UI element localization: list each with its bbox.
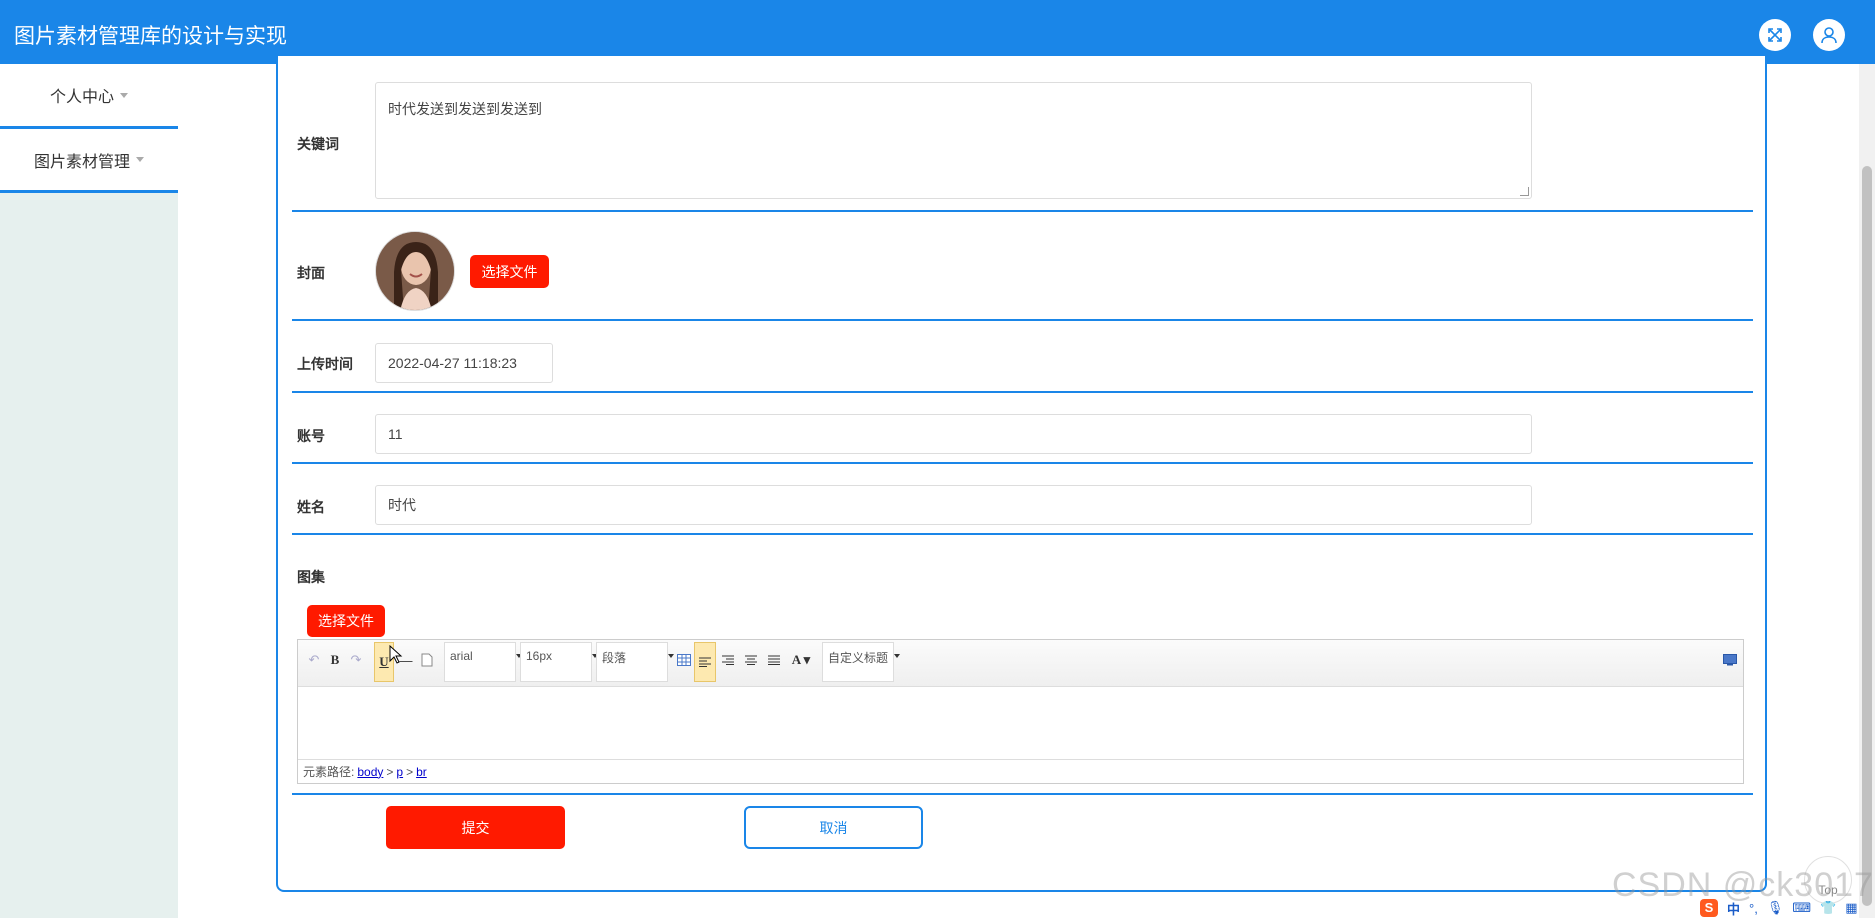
- account-field[interactable]: 11: [375, 414, 1532, 454]
- rich-text-editor: ↶ B ↷ U — arial 16px 段落 A ▾ 自定义标题 元素路径: …: [297, 639, 1744, 784]
- account-value: 11: [388, 426, 403, 442]
- keywords-textarea[interactable]: 时代发送到发送到发送到: [375, 82, 1532, 199]
- top-header: 图片素材管理库的设计与实现: [0, 0, 1875, 64]
- cover-label: 封面: [297, 265, 325, 281]
- submit-button[interactable]: 提交: [386, 806, 565, 849]
- row-divider: [292, 210, 1753, 212]
- align-center-icon[interactable]: [743, 648, 759, 672]
- sidebar: 个人中心 图片素材管理: [0, 64, 178, 918]
- row-divider: [292, 533, 1753, 535]
- user-button[interactable]: [1813, 19, 1845, 51]
- resize-handle-icon[interactable]: [1520, 187, 1529, 196]
- keywords-label: 关键词: [297, 136, 339, 152]
- row-divider: [292, 319, 1753, 321]
- upload-time-value: 2022-04-27 11:18:23: [388, 355, 517, 371]
- page-icon[interactable]: [420, 648, 434, 672]
- keywords-value: 时代发送到发送到发送到: [388, 101, 542, 117]
- font-size-select[interactable]: 16px: [520, 642, 598, 682]
- user-icon: [1821, 27, 1837, 44]
- caret-down-icon: [120, 92, 128, 98]
- scrollbar-thumb[interactable]: [1862, 166, 1872, 906]
- undo-icon[interactable]: ↶: [306, 648, 322, 672]
- gallery-label: 图集: [297, 569, 325, 585]
- path-link-body[interactable]: body: [357, 765, 383, 779]
- path-separator: >: [386, 764, 394, 779]
- name-field[interactable]: 时代: [375, 485, 1532, 525]
- caret-down-icon: [136, 157, 144, 162]
- font-family-select[interactable]: arial: [444, 642, 522, 682]
- dropdown-arrow-icon: [668, 654, 674, 658]
- microphone-icon[interactable]: 🎙: [1767, 900, 1784, 916]
- vertical-scrollbar[interactable]: [1859, 64, 1875, 918]
- sidebar-item-image-material[interactable]: 图片素材管理: [0, 129, 178, 193]
- custom-title-select[interactable]: 自定义标题: [822, 642, 900, 682]
- upload-time-field[interactable]: 2022-04-27 11:18:23: [375, 343, 553, 383]
- source-view-icon[interactable]: [1722, 648, 1738, 672]
- align-left-icon[interactable]: [694, 642, 716, 682]
- align-justify-icon[interactable]: [766, 648, 782, 672]
- fullscreen-icon: [1768, 28, 1782, 42]
- font-family-value: arial: [450, 649, 473, 663]
- element-path-label: 元素路径:: [303, 765, 355, 779]
- row-divider: [292, 462, 1753, 464]
- apps-grid-icon[interactable]: ▦: [1845, 900, 1857, 916]
- editor-content-area[interactable]: [298, 687, 1743, 759]
- gallery-choose-file-button[interactable]: 选择文件: [307, 605, 385, 637]
- path-link-br[interactable]: br: [416, 765, 427, 779]
- editor-toolbar: ↶ B ↷ U — arial 16px 段落 A ▾ 自定义标题: [298, 640, 1743, 687]
- cover-image: [375, 231, 455, 311]
- dropdown-arrow-icon: [894, 654, 900, 658]
- editor-status-bar: 元素路径: body > p > br: [298, 759, 1743, 783]
- sidebar-item-personal-center[interactable]: 个人中心: [0, 64, 178, 129]
- name-label: 姓名: [297, 499, 325, 515]
- ime-mode-label[interactable]: 中: [1727, 899, 1740, 918]
- paragraph-value: 段落: [602, 651, 627, 665]
- app-title: 图片素材管理库的设计与实现: [14, 25, 287, 48]
- fullscreen-button[interactable]: [1759, 19, 1791, 51]
- bold-icon[interactable]: B: [326, 648, 344, 672]
- name-value: 时代: [388, 497, 416, 513]
- paragraph-select[interactable]: 段落: [596, 642, 674, 682]
- sidebar-item-label: 图片素材管理: [33, 153, 130, 171]
- align-right-icon[interactable]: [720, 648, 736, 672]
- account-label: 账号: [297, 428, 325, 444]
- font-size-value: 16px: [526, 649, 553, 663]
- path-separator: >: [406, 764, 414, 779]
- upload-time-label: 上传时间: [297, 356, 353, 372]
- sogou-logo-icon[interactable]: S: [1700, 899, 1718, 917]
- ime-toolbar: S 中 °, 🎙 ⌨ 👕 ▦: [1700, 898, 1858, 918]
- cancel-button[interactable]: 取消: [744, 806, 923, 849]
- sidebar-item-label: 个人中心: [49, 89, 114, 106]
- row-divider: [292, 793, 1753, 795]
- table-icon[interactable]: [676, 648, 692, 672]
- redo-icon[interactable]: ↷: [348, 648, 364, 672]
- custom-title-value: 自定义标题: [828, 651, 889, 665]
- path-link-p[interactable]: p: [396, 765, 403, 779]
- cover-choose-file-button[interactable]: 选择文件: [470, 255, 549, 288]
- punctuation-icon[interactable]: °,: [1749, 901, 1758, 916]
- mouse-cursor-icon: [389, 644, 403, 670]
- skin-icon[interactable]: 👕: [1820, 900, 1836, 916]
- keyboard-icon[interactable]: ⌨: [1792, 900, 1811, 916]
- row-divider: [292, 391, 1753, 393]
- font-color-icon[interactable]: A ▾: [789, 648, 813, 672]
